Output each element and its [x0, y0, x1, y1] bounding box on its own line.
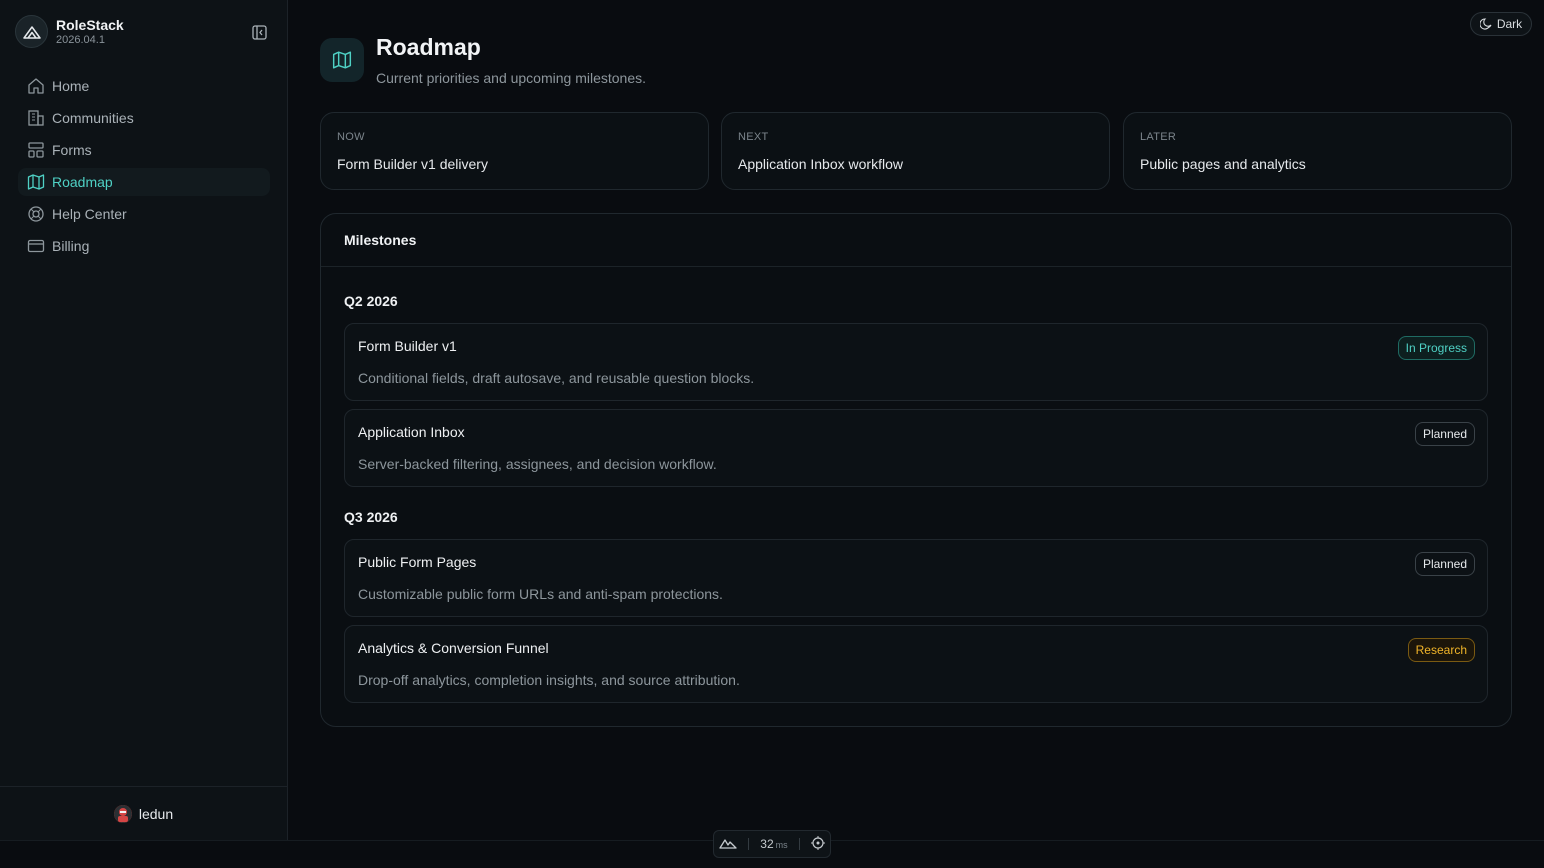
moon-icon: [1479, 18, 1492, 30]
sidebar: RoleStack 2026.04.1 Home Communities For…: [0, 0, 288, 840]
user-menu[interactable]: ledun: [0, 786, 287, 840]
milestone-description: Customizable public form URLs and anti-s…: [358, 586, 723, 602]
sidebar-item-label: Roadmap: [52, 174, 113, 190]
app-version: 2026.04.1: [56, 33, 105, 46]
building-icon: [26, 108, 46, 128]
priority-label: LATER: [1140, 131, 1177, 143]
sidebar-item-communities[interactable]: Communities: [18, 104, 270, 132]
priority-label: NOW: [337, 131, 365, 143]
milestones-header: Milestones: [321, 214, 1511, 267]
toolbar-separator: [798, 838, 800, 850]
dev-toolbar[interactable]: 32 ms: [713, 830, 831, 858]
priority-value: Form Builder v1 delivery: [337, 156, 488, 172]
page-title: Roadmap: [376, 34, 481, 60]
sidebar-item-label: Communities: [52, 110, 134, 126]
milestone-card: Application Inbox Server-backed filterin…: [344, 409, 1488, 487]
sidebar-nav: Home Communities Forms Roadmap Help Cent…: [18, 72, 270, 264]
milestone-card: Public Form Pages Customizable public fo…: [344, 539, 1488, 617]
milestone-title: Form Builder v1: [358, 338, 457, 354]
theme-toggle-label: Dark: [1496, 17, 1523, 31]
app-name: RoleStack: [56, 16, 124, 33]
username: ledun: [138, 805, 174, 822]
map-icon: [26, 172, 46, 192]
timing-unit: ms: [775, 840, 788, 850]
milestones-panel: Milestones Q2 2026 Form Builder v1 Condi…: [320, 213, 1512, 727]
milestone-description: Server-backed filtering, assignees, and …: [358, 456, 717, 472]
sidebar-collapse-icon[interactable]: [250, 23, 268, 41]
status-badge: Planned: [1414, 422, 1475, 446]
sidebar-item-roadmap[interactable]: Roadmap: [18, 168, 270, 196]
avatar: [113, 804, 132, 823]
priority-label: NEXT: [738, 131, 769, 143]
priority-value: Public pages and analytics: [1140, 156, 1306, 172]
milestone-description: Drop-off analytics, completion insights,…: [358, 672, 740, 688]
credit-card-icon: [26, 236, 46, 256]
page-map-icon: [320, 38, 364, 82]
inspect-target-icon[interactable]: [810, 835, 825, 853]
layout-icon: [26, 140, 46, 160]
sidebar-item-forms[interactable]: Forms: [18, 136, 270, 164]
quarter-heading: Q3 2026: [344, 509, 398, 525]
priority-card-now: NOW Form Builder v1 delivery: [320, 112, 709, 190]
status-badge: In Progress: [1397, 336, 1475, 360]
priority-value: Application Inbox workflow: [738, 156, 903, 172]
theme-toggle-button[interactable]: Dark: [1470, 12, 1532, 36]
page-subtitle: Current priorities and upcoming mileston…: [376, 70, 647, 86]
brand-logo-icon: [15, 15, 48, 48]
render-timing: 32 ms: [760, 837, 787, 851]
sidebar-item-label: Home: [52, 78, 90, 94]
lifebuoy-icon: [26, 204, 46, 224]
sidebar-item-help-center[interactable]: Help Center: [18, 200, 270, 228]
sidebar-item-label: Help Center: [52, 206, 127, 222]
home-icon: [26, 76, 46, 96]
sidebar-item-label: Billing: [52, 238, 90, 254]
milestone-title: Application Inbox: [358, 424, 465, 440]
brand[interactable]: RoleStack 2026.04.1: [15, 15, 124, 48]
toolbar-separator: [748, 838, 750, 850]
milestone-card: Analytics & Conversion Funnel Drop-off a…: [344, 625, 1488, 703]
status-badge: Research: [1407, 638, 1475, 662]
priority-card-later: LATER Public pages and analytics: [1123, 112, 1512, 190]
milestones-title: Milestones: [344, 232, 417, 248]
milestone-card: Form Builder v1 Conditional fields, draf…: [344, 323, 1488, 401]
nuxt-logo-icon[interactable]: [719, 837, 738, 852]
sidebar-item-home[interactable]: Home: [18, 72, 270, 100]
quarter-heading: Q2 2026: [344, 293, 398, 309]
milestone-title: Analytics & Conversion Funnel: [358, 640, 549, 656]
priority-card-next: NEXT Application Inbox workflow: [721, 112, 1110, 190]
status-badge: Planned: [1414, 552, 1475, 576]
timing-value: 32: [760, 837, 774, 851]
sidebar-item-label: Forms: [52, 142, 92, 158]
milestone-title: Public Form Pages: [358, 554, 477, 570]
milestone-description: Conditional fields, draft autosave, and …: [358, 370, 755, 386]
sidebar-item-billing[interactable]: Billing: [18, 232, 270, 260]
